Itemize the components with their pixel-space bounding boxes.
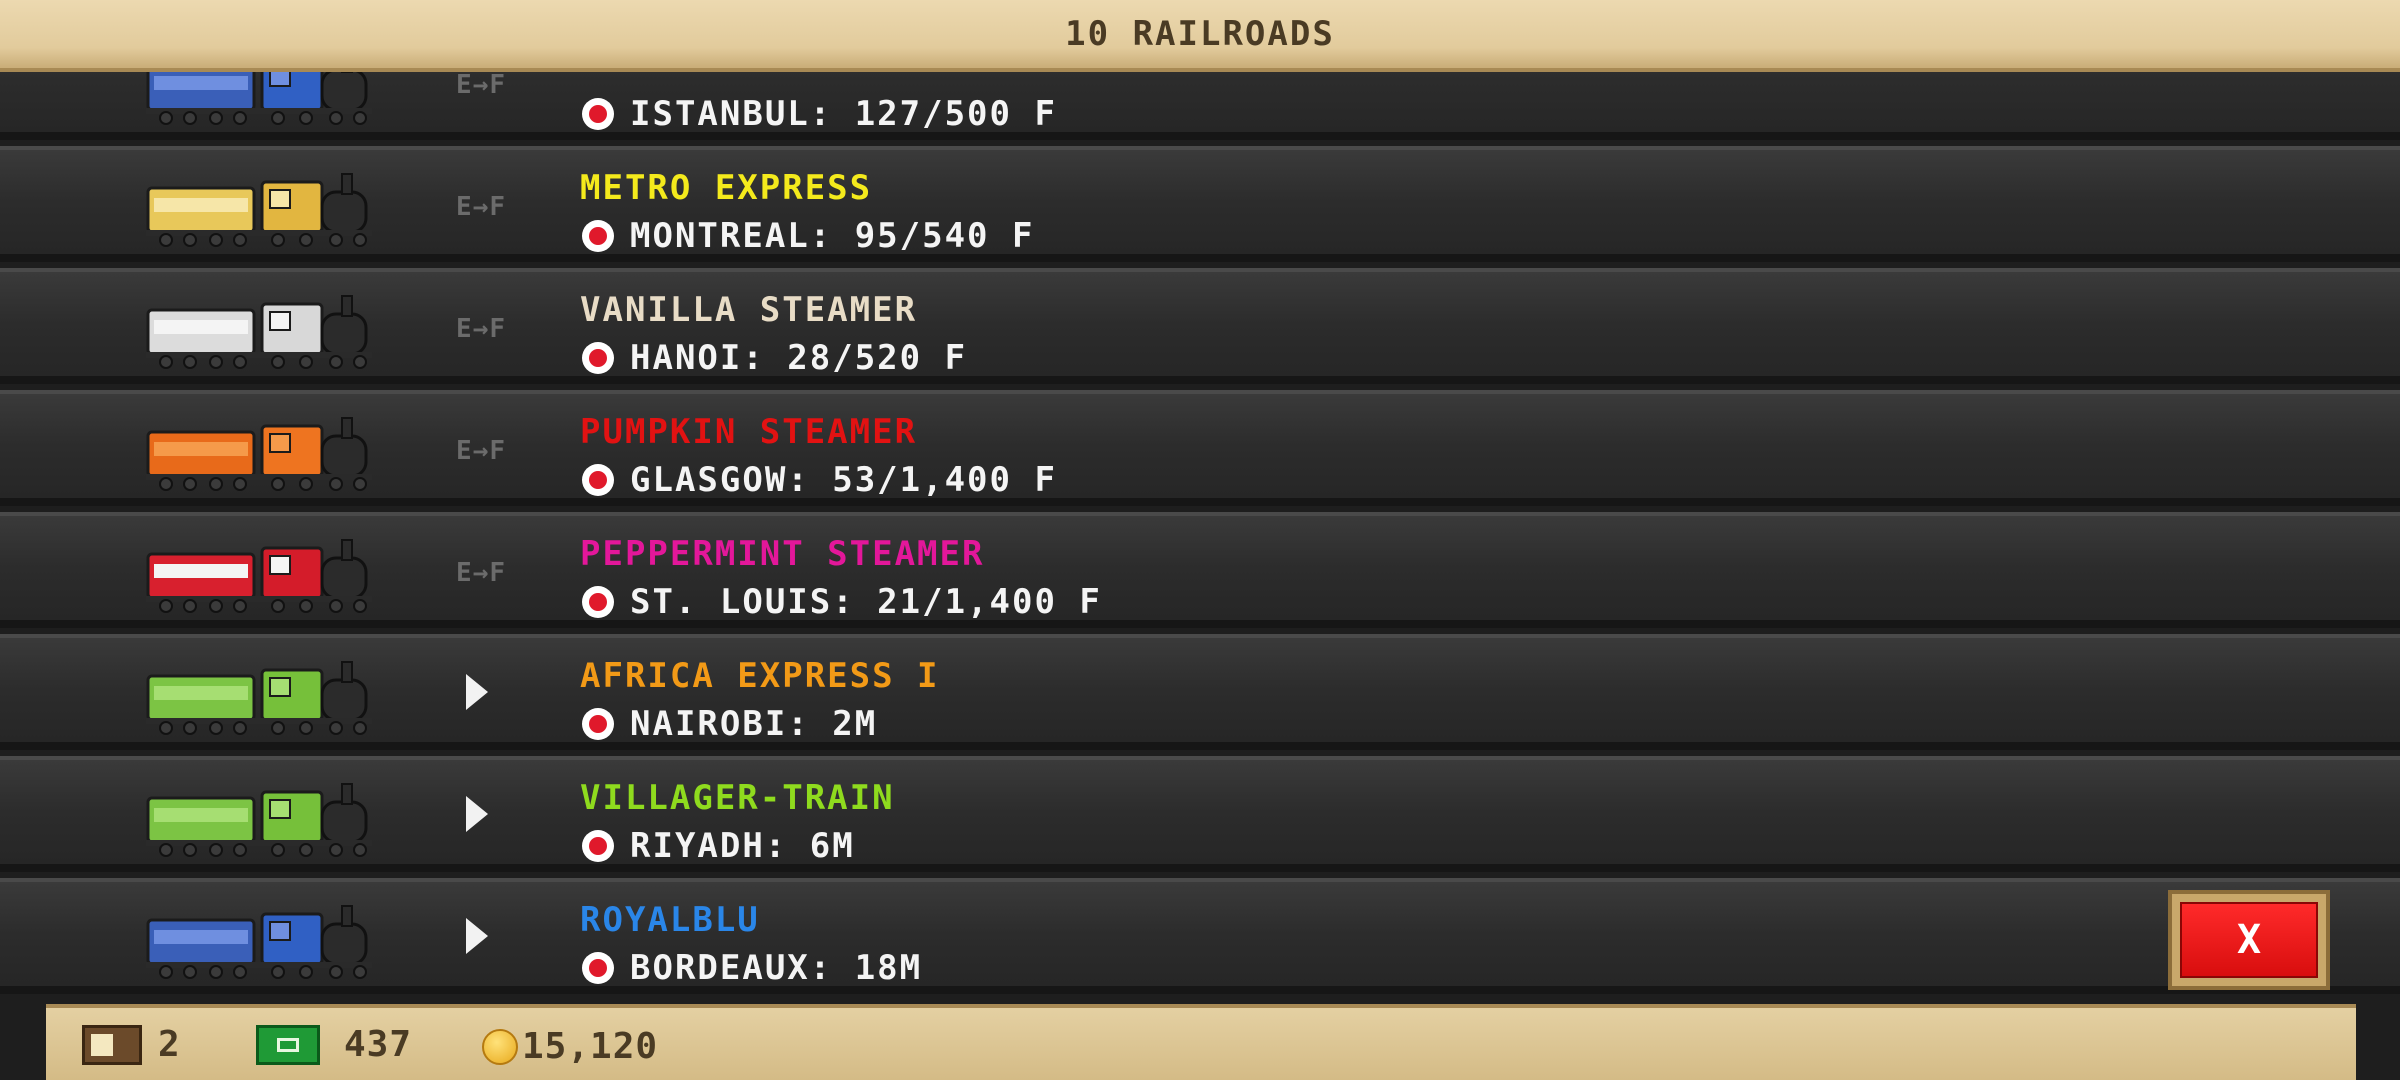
train-destination: NAIROBI: 2M — [582, 704, 877, 744]
train-destination: GLASGOW: 53/1,400 F — [582, 460, 1057, 500]
close-button[interactable]: X — [2168, 890, 2330, 990]
location-pin-icon — [582, 586, 614, 618]
train-row[interactable]: VILLAGER-TRAIN RIYADH: 6M — [0, 756, 2400, 872]
status-empty-full-icon: E→F — [456, 436, 506, 466]
train-row[interactable]: E→F VANILLA STEAMER HANOI: 28/520 F — [0, 268, 2400, 384]
resource-bar: 2 437 15,120 — [46, 1004, 2356, 1080]
train-destination: RIYADH: 6M — [582, 826, 855, 866]
train-name: VANILLA STEAMER — [580, 290, 918, 330]
peppermint-steam-train-icon — [146, 534, 374, 614]
green-steam-train-icon — [146, 656, 374, 736]
crate-icon — [82, 1024, 142, 1065]
train-name: ROYALBLU — [580, 900, 760, 940]
close-icon[interactable]: X — [2180, 902, 2318, 978]
status-empty-full-icon: E→F — [456, 192, 506, 222]
location-pin-icon — [582, 464, 614, 496]
train-name: PEPPERMINT STEAMER — [580, 534, 985, 574]
cash-icon — [256, 1024, 320, 1065]
page-title: 10 RAILROADS — [1065, 14, 1335, 54]
location-pin-icon — [582, 98, 614, 130]
train-row[interactable]: ROYALBLU BORDEAUX: 18M — [0, 878, 2400, 994]
play-icon[interactable] — [466, 796, 488, 832]
train-name: METRO EXPRESS — [580, 168, 873, 208]
coin-icon — [482, 1028, 518, 1065]
train-destination: HANOI: 28/520 F — [582, 338, 967, 378]
location-pin-icon — [582, 830, 614, 862]
train-destination: ISTANBUL: 127/500 F — [582, 94, 1057, 134]
train-destination: MONTREAL: 95/540 F — [582, 216, 1034, 256]
blue-steam-train-icon — [146, 900, 374, 980]
cash-counter: 437 — [256, 1024, 412, 1065]
location-pin-icon — [582, 952, 614, 984]
train-destination: BORDEAUX: 18M — [582, 948, 922, 988]
play-icon[interactable] — [466, 918, 488, 954]
location-pin-icon — [582, 220, 614, 252]
green-steam-train-icon — [146, 778, 374, 858]
header-bar: 10 RAILROADS — [0, 0, 2400, 72]
pumpkin-steam-train-icon — [146, 412, 374, 492]
status-empty-full-icon: E→F — [456, 70, 506, 100]
white-steam-train-icon — [146, 290, 374, 370]
train-row[interactable]: E→F PUMPKIN STEAMER GLASGOW: 53/1,400 F — [0, 390, 2400, 506]
train-destination: ST. LOUIS: 21/1,400 F — [582, 582, 1102, 622]
crates-counter: 2 — [82, 1024, 181, 1065]
location-pin-icon — [582, 708, 614, 740]
coins-counter: 15,120 — [482, 1026, 658, 1067]
yellow-diesel-train-icon — [146, 168, 374, 248]
status-empty-full-icon: E→F — [456, 558, 506, 588]
train-name: AFRICA EXPRESS I — [580, 656, 940, 696]
train-name: VILLAGER-TRAIN — [580, 778, 895, 818]
location-pin-icon — [582, 342, 614, 374]
train-row[interactable]: AFRICA EXPRESS I NAIROBI: 2M — [0, 634, 2400, 750]
railroad-list[interactable]: E→F ISTANBUL: 127/500 F E→F METRO EXPRES… — [0, 0, 2400, 1000]
train-name: PUMPKIN STEAMER — [580, 412, 918, 452]
train-row[interactable]: E→F METRO EXPRESS MONTREAL: 95/540 F — [0, 146, 2400, 262]
play-icon[interactable] — [466, 674, 488, 710]
train-row[interactable]: E→F PEPPERMINT STEAMER ST. LOUIS: 21/1,4… — [0, 512, 2400, 628]
status-empty-full-icon: E→F — [456, 314, 506, 344]
